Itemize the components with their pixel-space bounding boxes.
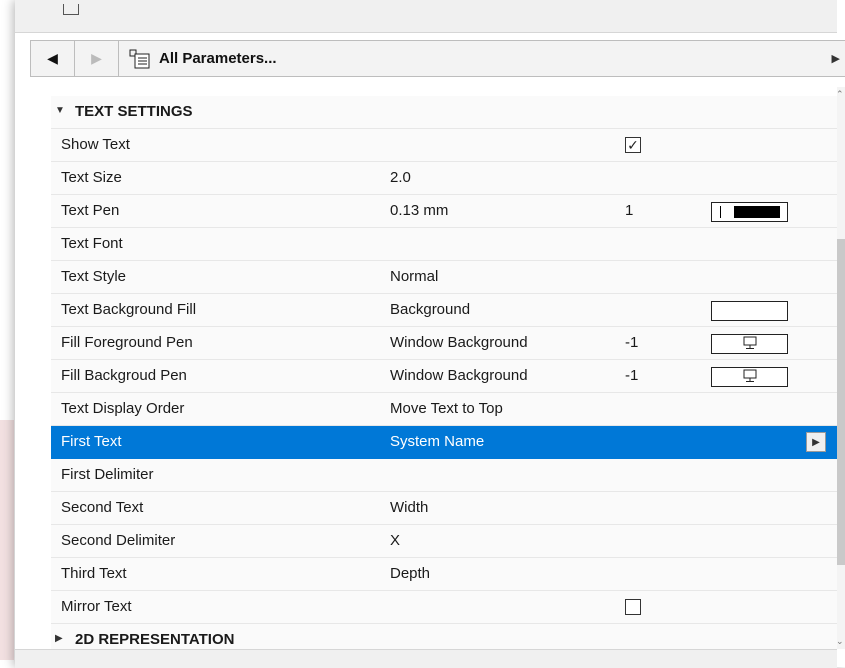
section-label: TEXT SETTINGS — [75, 103, 193, 120]
section-header-text-settings[interactable]: ▼ TEXT SETTINGS — [51, 96, 837, 129]
parameter-label: Text Size — [61, 169, 122, 186]
parameter-list-icon — [129, 49, 151, 69]
parameter-label: Text Style — [61, 268, 127, 285]
parameter-value[interactable]: System Name — [390, 433, 484, 450]
parameter-row-text-size[interactable]: Text Size 2.0 — [51, 162, 837, 195]
parameter-label: Text Display Order — [61, 400, 185, 417]
pen-weight-tick — [720, 206, 721, 218]
background-decoration — [0, 420, 14, 660]
parameter-label: Second Text — [61, 499, 144, 516]
parameter-row-show-text[interactable]: Show Text ✓ — [51, 129, 837, 162]
back-button[interactable]: ◀ — [31, 41, 75, 76]
parameter-label: Fill Backgroud Pen — [61, 367, 187, 384]
fill-swatch[interactable] — [711, 301, 788, 321]
parameter-row-second-delimiter[interactable]: Second Delimiter X — [51, 525, 837, 558]
parameter-row-second-text[interactable]: Second Text Width — [51, 492, 837, 525]
expand-triangle-icon[interactable]: ▶ — [55, 633, 63, 644]
parameter-value[interactable]: Normal — [390, 268, 438, 285]
parameter-label: Fill Foreground Pen — [61, 334, 193, 351]
scroll-down-icon[interactable]: ⌄ — [836, 636, 844, 647]
window-background-pen-swatch[interactable] — [711, 367, 788, 387]
monitor-icon — [743, 369, 757, 387]
show-text-checkbox[interactable]: ✓ — [625, 137, 641, 153]
panel-header-icon — [63, 4, 79, 15]
parameters-dropdown[interactable]: All Parameters... ▶ — [119, 41, 845, 76]
scroll-up-icon[interactable]: ⌃ — [836, 89, 844, 100]
parameter-label: First Delimiter — [61, 466, 154, 483]
vertical-scrollbar[interactable]: ⌃ ⌄ — [836, 87, 845, 649]
pen-number[interactable]: -1 — [625, 367, 638, 384]
parameter-value[interactable]: 0.13 mm — [390, 202, 448, 219]
parameter-row-fill-background-pen[interactable]: Fill Backgroud Pen Window Background -1 — [51, 360, 837, 393]
parameter-label: Second Delimiter — [61, 532, 176, 549]
parameters-toolbar: ◀ ▶ All Parameters... ▶ — [30, 40, 845, 77]
parameter-label: Text Pen — [61, 202, 120, 219]
window-background-pen-swatch[interactable] — [711, 334, 788, 354]
section-label: 2D REPRESENTATION — [75, 631, 235, 648]
triangle-right-icon: ▶ — [91, 50, 102, 66]
value-dropdown-button[interactable]: ▶ — [806, 432, 826, 452]
parameter-row-mirror-text[interactable]: Mirror Text — [51, 591, 837, 624]
collapsed-panel-footer — [15, 649, 837, 668]
parameter-label: Text Background Fill — [61, 301, 197, 318]
triangle-left-icon: ◀ — [47, 50, 58, 66]
parameter-value[interactable]: X — [390, 532, 400, 549]
parameter-value[interactable]: Window Background — [390, 334, 528, 351]
parameter-label: Third Text — [61, 565, 127, 582]
parameter-row-first-delimiter[interactable]: First Delimiter — [51, 459, 837, 492]
scrollbar-thumb[interactable] — [837, 239, 845, 565]
parameter-row-fill-foreground-pen[interactable]: Fill Foreground Pen Window Background -1 — [51, 327, 837, 360]
parameter-label: Mirror Text — [61, 598, 132, 615]
parameter-label: Show Text — [61, 136, 130, 153]
forward-button[interactable]: ▶ — [75, 41, 119, 76]
parameters-panel: ◀ ▶ All Parameters... ▶ ⌃ ⌄ ▼ TEXT SETTI… — [15, 0, 845, 668]
parameters-dropdown-label: All Parameters... — [159, 50, 277, 67]
pen-number[interactable]: 1 — [625, 202, 633, 219]
parameter-value[interactable]: Background — [390, 301, 470, 318]
parameter-value[interactable]: Width — [390, 499, 428, 516]
parameter-row-text-style[interactable]: Text Style Normal — [51, 261, 837, 294]
parameter-value[interactable]: Depth — [390, 565, 430, 582]
parameter-row-text-background-fill[interactable]: Text Background Fill Background — [51, 294, 837, 327]
parameter-value[interactable]: Move Text to Top — [390, 400, 503, 417]
parameter-row-third-text[interactable]: Third Text Depth — [51, 558, 837, 591]
parameter-row-text-pen[interactable]: Text Pen 0.13 mm 1 — [51, 195, 837, 228]
collapsed-panel-header — [15, 0, 837, 33]
parameters-grid: ▼ TEXT SETTINGS Show Text ✓ Text Size 2.… — [51, 96, 837, 657]
parameter-row-text-font[interactable]: Text Font — [51, 228, 837, 261]
parameter-row-first-text[interactable]: First Text System Name ▶ — [51, 426, 837, 459]
pen-swatch[interactable] — [711, 202, 788, 222]
pen-color-bar — [734, 206, 780, 218]
pen-number[interactable]: -1 — [625, 334, 638, 351]
parameter-row-text-display-order[interactable]: Text Display Order Move Text to Top — [51, 393, 837, 426]
collapse-triangle-icon[interactable]: ▼ — [55, 105, 65, 116]
parameter-value[interactable]: 2.0 — [390, 169, 411, 186]
dropdown-arrow-icon: ▶ — [831, 53, 840, 65]
parameter-label: Text Font — [61, 235, 123, 252]
mirror-text-checkbox[interactable] — [625, 599, 641, 615]
parameter-label: First Text — [61, 433, 122, 450]
monitor-icon — [743, 336, 757, 354]
parameter-value[interactable]: Window Background — [390, 367, 528, 384]
